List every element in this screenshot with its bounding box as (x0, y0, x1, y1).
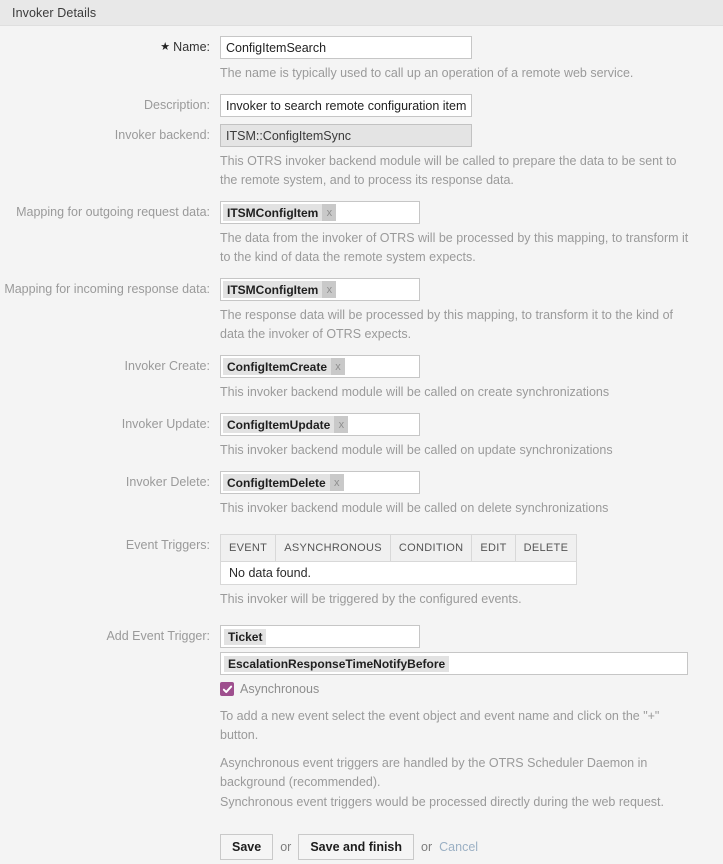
token-mapping-incoming[interactable]: ITSMConfigItem x (223, 281, 337, 298)
field-invoker-delete: ConfigItemDelete x This invoker backend … (220, 471, 723, 518)
invoker-details-form: ★Name: The name is typically used to cal… (0, 26, 723, 860)
required-star-icon: ★ (160, 41, 171, 53)
invoker-backend-input (220, 124, 472, 147)
save-and-finish-button[interactable]: Save and finish (298, 834, 415, 860)
help-invoker-delete: This invoker backend module will be call… (220, 501, 609, 515)
asynchronous-label: Asynchronous (240, 682, 320, 696)
field-invoker-backend: This OTRS invoker backend module will be… (220, 124, 723, 190)
help-event-triggers: This invoker will be triggered by the co… (220, 592, 522, 606)
field-name: The name is typically used to call up an… (220, 36, 723, 83)
token-remove-icon[interactable]: x (329, 474, 344, 491)
form-row-invoker-update: Invoker Update: ConfigItemUpdate x This … (0, 413, 723, 460)
help-add-event-trigger-1: To add a new event select the event obje… (220, 709, 660, 742)
table-col-asynchronous[interactable]: ASYNCHRONOUS (275, 534, 391, 562)
form-row-invoker-backend: Invoker backend: This OTRS invoker backe… (0, 124, 723, 190)
label-add-event-trigger: Add Event Trigger: (106, 629, 210, 643)
mapping-incoming-select[interactable]: ITSMConfigItem x (220, 278, 420, 301)
invoker-create-select[interactable]: ConfigItemCreate x (220, 355, 420, 378)
form-row-event-triggers: Event Triggers: EVENT ASYNCHRONOUS CONDI… (0, 534, 723, 609)
token-remove-icon[interactable]: x (331, 358, 346, 375)
save-button[interactable]: Save (220, 834, 274, 860)
form-row-mapping-incoming: Mapping for incoming response data: ITSM… (0, 278, 723, 344)
help-mapping-incoming: The response data will be processed by t… (220, 308, 674, 341)
invoker-delete-select[interactable]: ConfigItemDelete x (220, 471, 420, 494)
label-invoker-update: Invoker Update: (121, 417, 210, 431)
form-row-invoker-delete: Invoker Delete: ConfigItemDelete x This … (0, 471, 723, 518)
table-col-condition[interactable]: CONDITION (389, 534, 473, 562)
mapping-outgoing-select[interactable]: ITSMConfigItem x (220, 201, 420, 224)
or-separator-1: or (280, 840, 292, 854)
event-name-select[interactable]: EscalationResponseTimeNotifyBefore (220, 652, 688, 675)
event-object-select[interactable]: Ticket (220, 625, 420, 648)
table-col-delete[interactable]: DELETE (514, 534, 578, 562)
description-input[interactable] (220, 94, 472, 117)
label-invoker-backend: Invoker backend: (114, 128, 210, 142)
token-invoker-delete[interactable]: ConfigItemDelete x (223, 474, 344, 491)
field-mapping-outgoing: ITSMConfigItem x The data from the invok… (220, 201, 723, 267)
token-remove-icon[interactable]: x (322, 204, 337, 221)
field-event-triggers: EVENT ASYNCHRONOUS CONDITION EDIT DELETE… (219, 534, 723, 609)
form-row-description: Description: (0, 94, 723, 117)
table-col-event[interactable]: EVENT (219, 534, 277, 562)
event-object-value: Ticket (224, 628, 267, 645)
help-name: The name is typically used to call up an… (220, 66, 634, 80)
table-row-empty: No data found. (219, 561, 578, 585)
help-add-event-trigger-2: Asynchronous event triggers are handled … (220, 756, 648, 789)
name-input[interactable] (220, 36, 472, 59)
token-label: ITSMConfigItem (227, 282, 319, 297)
token-label: ConfigItemUpdate (227, 417, 331, 432)
token-remove-icon[interactable]: x (322, 281, 337, 298)
help-invoker-create: This invoker backend module will be call… (220, 385, 610, 399)
table-col-edit[interactable]: EDIT (471, 534, 516, 562)
token-invoker-create[interactable]: ConfigItemCreate x (223, 358, 346, 375)
field-description (220, 94, 723, 117)
form-row-invoker-create: Invoker Create: ConfigItemCreate x This … (0, 355, 723, 402)
label-description: Description: (144, 98, 210, 112)
cancel-link[interactable]: Cancel (439, 840, 478, 854)
token-mapping-outgoing[interactable]: ITSMConfigItem x (223, 204, 337, 221)
label-event-triggers: Event Triggers: (125, 538, 210, 552)
field-invoker-update: ConfigItemUpdate x This invoker backend … (220, 413, 723, 460)
token-remove-icon[interactable]: x (334, 416, 349, 433)
token-label: ConfigItemCreate (227, 359, 328, 374)
form-actions: Save or Save and finish or Cancel (220, 834, 723, 860)
label-name: ★ Name: (0, 36, 220, 59)
field-invoker-create: ConfigItemCreate x This invoker backend … (220, 355, 723, 402)
widget-header: Invoker Details (0, 0, 723, 26)
label-name-text: Name: (173, 40, 210, 54)
asynchronous-checkbox[interactable] (220, 682, 234, 696)
asynchronous-checkbox-row[interactable]: Asynchronous (220, 682, 723, 696)
event-triggers-table: EVENT ASYNCHRONOUS CONDITION EDIT DELETE… (219, 534, 578, 585)
help-add-event-trigger-3: Synchronous event triggers would be proc… (220, 795, 665, 809)
label-invoker-delete: Invoker Delete: (125, 475, 210, 489)
invoker-update-select[interactable]: ConfigItemUpdate x (220, 413, 420, 436)
token-label: ConfigItemDelete (227, 475, 326, 490)
help-invoker-update: This invoker backend module will be call… (220, 443, 613, 457)
event-name-value: EscalationResponseTimeNotifyBefore (224, 655, 450, 672)
table-header-row: EVENT ASYNCHRONOUS CONDITION EDIT DELETE (219, 534, 578, 562)
form-row-add-event-trigger: Add Event Trigger: Ticket EscalationResp… (0, 625, 723, 860)
form-row-name: ★Name: The name is typically used to cal… (0, 36, 723, 83)
or-separator-2: or (421, 840, 433, 854)
help-mapping-outgoing: The data from the invoker of OTRS will b… (220, 231, 689, 264)
help-invoker-backend: This OTRS invoker backend module will be… (220, 154, 677, 187)
table-empty-message: No data found. (219, 561, 578, 585)
field-add-event-trigger: Ticket EscalationResponseTimeNotifyBefor… (220, 625, 723, 860)
token-label: ITSMConfigItem (227, 205, 319, 220)
label-invoker-create: Invoker Create: (124, 359, 210, 373)
label-mapping-outgoing: Mapping for outgoing request data: (16, 205, 210, 219)
field-mapping-incoming: ITSMConfigItem x The response data will … (220, 278, 723, 344)
token-invoker-update[interactable]: ConfigItemUpdate x (223, 416, 349, 433)
label-mapping-incoming: Mapping for incoming response data: (4, 282, 210, 296)
page-title: Invoker Details (12, 5, 97, 20)
form-row-mapping-outgoing: Mapping for outgoing request data: ITSMC… (0, 201, 723, 267)
